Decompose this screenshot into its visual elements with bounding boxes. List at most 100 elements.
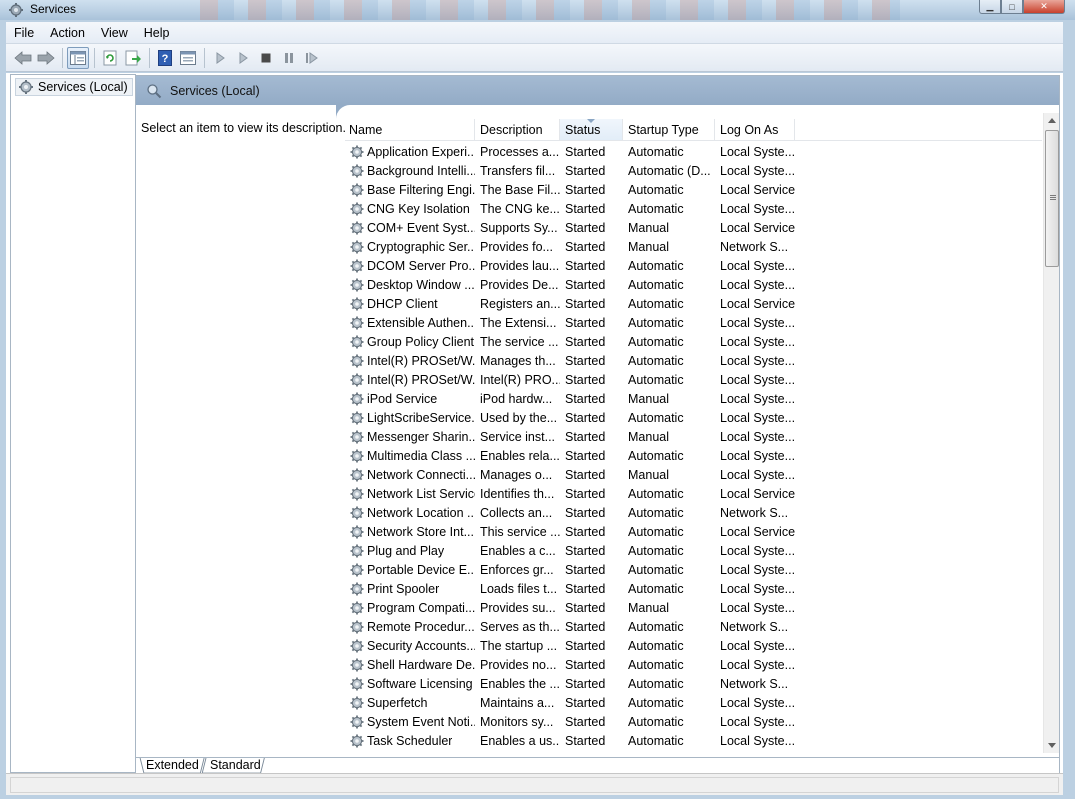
properties-button[interactable]	[177, 47, 199, 69]
table-row[interactable]: Superfetch Maintains a... Started Automatic…	[345, 693, 1042, 712]
column-header-description[interactable]: Description	[475, 119, 560, 140]
table-row[interactable]: Cryptographic Ser... Provides fo... Starte…	[345, 237, 1042, 256]
table-row[interactable]: Network Location ... Collects an... Starte…	[345, 503, 1042, 522]
pause-service-button[interactable]	[278, 47, 300, 69]
menu-action[interactable]: Action	[42, 26, 93, 40]
service-name-cell: CNG Key Isolation	[345, 201, 475, 217]
forward-icon	[37, 50, 55, 65]
service-gear-icon	[349, 448, 365, 464]
service-name-text: Print Spooler	[367, 581, 440, 596]
tab-extended[interactable]: Extended	[136, 757, 205, 774]
help-button[interactable]: ?	[154, 47, 176, 69]
service-log-on-as-cell: Local Syste...	[720, 543, 795, 558]
table-row[interactable]: Extensible Authen... The Extensi... Starte…	[345, 313, 1042, 332]
stop-service-button[interactable]	[255, 47, 277, 69]
table-row[interactable]: Print Spooler Loads files t... Started Auto…	[345, 579, 1042, 598]
table-row[interactable]: Network Store Int... This service ... Star…	[345, 522, 1042, 541]
scroll-down-arrow-icon[interactable]	[1048, 743, 1056, 748]
table-row[interactable]: Intel(R) PROSet/W... Intel(R) PRO... Start…	[345, 370, 1042, 389]
service-gear-icon	[349, 486, 365, 502]
maximize-button[interactable]: □	[1001, 0, 1023, 14]
table-row[interactable]: Plug and Play Enables a c... Started Automa…	[345, 541, 1042, 560]
table-row[interactable]: Portable Device E... Enforces gr... Starte…	[345, 560, 1042, 579]
menu-view[interactable]: View	[93, 26, 136, 40]
table-row[interactable]: Task Scheduler Enables a us... Started Auto…	[345, 731, 1042, 750]
export-list-button[interactable]	[122, 47, 144, 69]
service-name-cell: System Event Noti...	[345, 714, 475, 730]
table-row[interactable]: Shell Hardware De... Provides no... Starte…	[345, 655, 1042, 674]
close-button[interactable]: ✕	[1023, 0, 1065, 14]
resume-service-button[interactable]	[301, 47, 323, 69]
show-hide-tree-button[interactable]	[67, 46, 89, 69]
vertical-scrollbar[interactable]	[1043, 113, 1059, 753]
table-row[interactable]: Security Accounts... The startup ... Start…	[345, 636, 1042, 655]
column-header-log-on-as[interactable]: Log On As	[715, 119, 795, 140]
start-service-button[interactable]	[209, 47, 231, 69]
service-gear-icon	[349, 315, 365, 331]
back-button[interactable]	[12, 47, 34, 69]
service-status-cell: Started	[565, 467, 606, 482]
table-row[interactable]: COM+ Event Syst... Supports Sy... Started M…	[345, 218, 1042, 237]
service-description-cell: Serves as th...	[480, 619, 560, 634]
table-row[interactable]: Intel(R) PROSet/W... Manages th... Started…	[345, 351, 1042, 370]
pane-header: Services (Local)	[136, 76, 1059, 105]
menu-help[interactable]: Help	[136, 26, 178, 40]
service-name-text: CNG Key Isolation	[367, 201, 470, 216]
table-row[interactable]: Multimedia Class ... Enables rela... Start…	[345, 446, 1042, 465]
help-icon: ?	[158, 49, 172, 66]
service-gear-icon	[349, 220, 365, 236]
service-description-cell: Supports Sy...	[480, 220, 558, 235]
service-gear-icon	[349, 239, 365, 255]
table-row[interactable]: Program Compati... Provides su... Started M…	[345, 598, 1042, 617]
service-name-text: Software Licensing	[367, 676, 473, 691]
scroll-thumb[interactable]	[1045, 130, 1059, 267]
table-row[interactable]: Application Experi... Processes a... Start…	[345, 142, 1042, 161]
tree-item-services-local[interactable]: Services (Local)	[15, 78, 133, 96]
column-header-status[interactable]: Status	[560, 119, 623, 140]
table-row[interactable]: Base Filtering Engi... The Base Fil... Sta…	[345, 180, 1042, 199]
table-row[interactable]: Group Policy Client The service ... Starte…	[345, 332, 1042, 351]
refresh-button[interactable]	[99, 47, 121, 69]
table-row[interactable]: Desktop Window ... Provides De... Started A…	[345, 275, 1042, 294]
service-status-cell: Started	[565, 600, 606, 615]
service-log-on-as-cell: Local Syste...	[720, 714, 795, 729]
table-row[interactable]: Remote Procedur... Serves as th... Started…	[345, 617, 1042, 636]
service-gear-icon	[349, 353, 365, 369]
service-name-cell: Desktop Window ...	[345, 277, 475, 293]
menu-file[interactable]: File	[6, 26, 42, 40]
service-gear-icon	[349, 334, 365, 350]
minimize-button[interactable]: ▁	[979, 0, 1001, 14]
table-row[interactable]: DCOM Server Pro... Provides lau... Started…	[345, 256, 1042, 275]
table-row[interactable]: Network List Service Identifies th... Star…	[345, 484, 1042, 503]
table-row[interactable]: System Event Noti... Monitors sy... Starte…	[345, 712, 1042, 731]
service-name-cell: Remote Procedur...	[345, 619, 475, 635]
table-row[interactable]: CNG Key Isolation The CNG ke... Started Aut…	[345, 199, 1042, 218]
column-header-startup-type[interactable]: Startup Type	[623, 119, 715, 140]
table-row[interactable]: iPod Service iPod hardw... Started Manual Lo…	[345, 389, 1042, 408]
column-header-name[interactable]: Name	[345, 119, 475, 140]
services-pane: Services (Local) Select an item to view …	[135, 75, 1060, 774]
service-name-text: COM+ Event Syst...	[367, 220, 475, 235]
tab-standard[interactable]: Standard	[200, 757, 267, 774]
table-row[interactable]: Messenger Sharin... Service inst... Starte…	[345, 427, 1042, 446]
title-bar[interactable]: Services ▁ □ ✕	[0, 0, 1075, 20]
service-name-text: Multimedia Class ...	[367, 448, 475, 463]
table-row[interactable]: DHCP Client Registers an... Started Automat…	[345, 294, 1042, 313]
service-startup-type-cell: Automatic	[628, 353, 684, 368]
table-row[interactable]: Software Licensing Enables the ... Started…	[345, 674, 1042, 693]
service-name-text: Task Scheduler	[367, 733, 453, 748]
toolbar-separator	[149, 47, 150, 68]
start-service-alt-button[interactable]	[232, 47, 254, 69]
scroll-up-arrow-icon[interactable]	[1048, 118, 1056, 123]
service-name-text: Network Connecti...	[367, 467, 475, 482]
table-row[interactable]: LightScribeService... Used by the... Start…	[345, 408, 1042, 427]
service-name-text: Application Experi...	[367, 144, 475, 159]
service-gear-icon	[349, 144, 365, 160]
table-row[interactable]: Network Connecti... Manages o... Started Ma…	[345, 465, 1042, 484]
menu-bar: File Action View Help	[6, 22, 1063, 44]
service-gear-icon	[349, 657, 365, 673]
table-row[interactable]: Background Intelli... Transfers fil... Sta…	[345, 161, 1042, 180]
service-startup-type-cell: Automatic	[628, 448, 684, 463]
forward-button[interactable]	[35, 47, 57, 69]
service-startup-type-cell: Automatic	[628, 486, 684, 501]
